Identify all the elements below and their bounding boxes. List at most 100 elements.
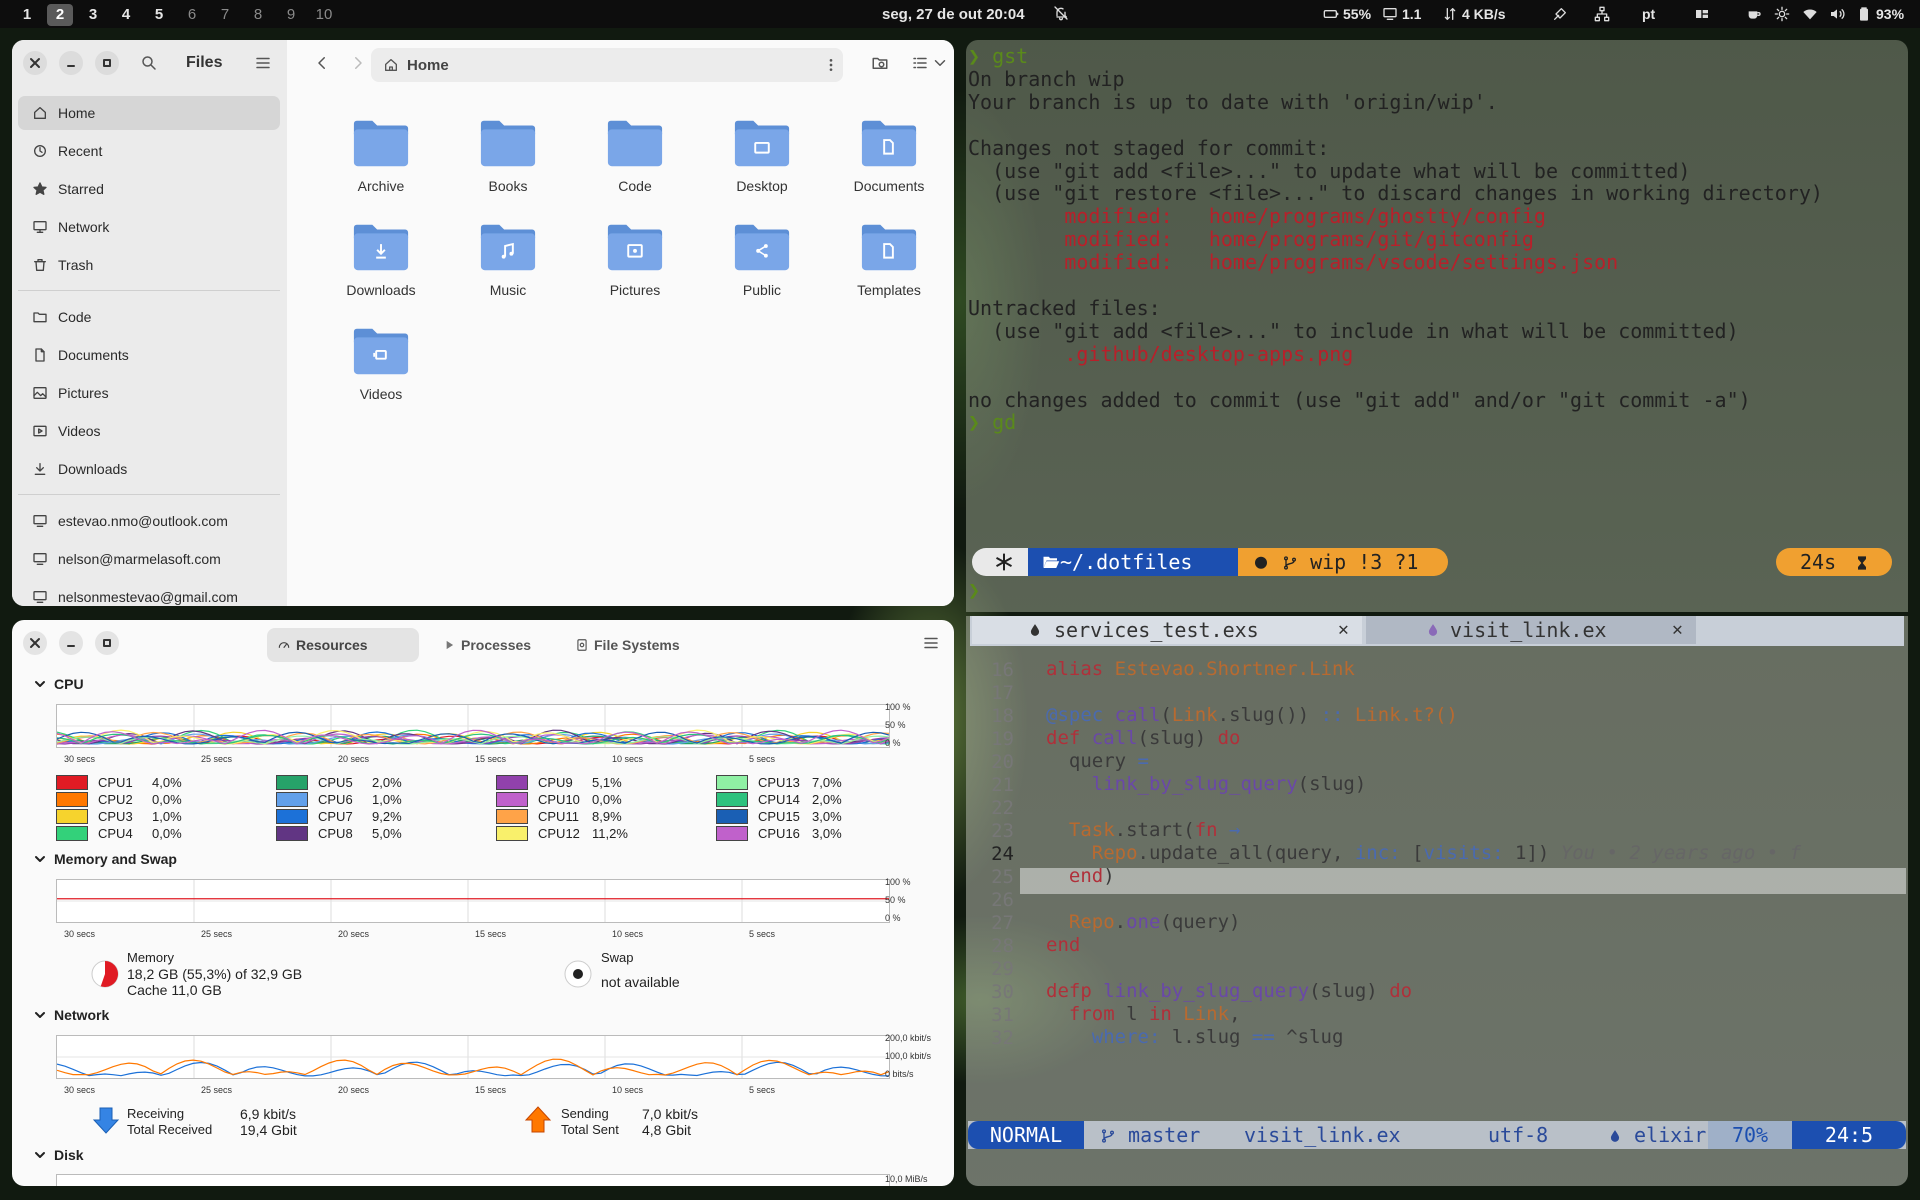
tab-visit-link[interactable]: visit_link.ex ✕ — [1366, 616, 1696, 644]
sidebar-item-nelsonmestevao-gmail-com[interactable]: nelsonmestevao@gmail.com — [18, 580, 280, 606]
cursorline-highlight — [1020, 868, 1906, 894]
workspace-button[interactable]: 4 — [113, 4, 139, 26]
sidebar-item-downloads[interactable]: Downloads — [18, 452, 280, 486]
code-token: ) — [1103, 865, 1115, 887]
close-button[interactable] — [23, 631, 47, 655]
color-picker-icon[interactable] — [1552, 6, 1568, 22]
new-folder-search-icon[interactable] — [871, 54, 889, 77]
forward-icon[interactable] — [349, 54, 367, 77]
tab-services-test[interactable]: services_test.exs ✕ — [972, 616, 1362, 644]
wifi-icon[interactable] — [1802, 6, 1818, 22]
keyboard-layout[interactable]: pt — [1642, 6, 1655, 22]
sidebar-item-code[interactable]: Code — [18, 300, 280, 334]
disk-section-toggle[interactable]: Disk — [34, 1147, 84, 1163]
sidebar-item-documents[interactable]: Documents — [18, 338, 280, 372]
workspace-button[interactable]: 1 — [14, 4, 40, 26]
sidebar-item-videos[interactable]: Videos — [18, 414, 280, 448]
cpu-section-toggle[interactable]: CPU — [34, 676, 84, 692]
kebab-menu-icon[interactable] — [823, 57, 839, 73]
workspace-button[interactable]: 7 — [212, 4, 238, 26]
cpu-color-swatch[interactable] — [716, 775, 748, 790]
cpu-color-swatch[interactable] — [276, 826, 308, 841]
workspace-button[interactable]: 10 — [311, 4, 337, 26]
sidebar-item-home[interactable]: Home — [18, 96, 280, 130]
tab-resources[interactable]: Resources — [267, 628, 419, 662]
cpu-color-swatch[interactable] — [276, 809, 308, 824]
notifications-off-icon[interactable] — [1053, 5, 1069, 25]
memory-section-toggle[interactable]: Memory and Swap — [34, 851, 177, 867]
close-tab-icon[interactable]: ✕ — [1338, 616, 1349, 644]
sidebar-item-estevao-nmo-outlook-com[interactable]: estevao.nmo@outlook.com — [18, 504, 280, 538]
folder-archive[interactable]: Archive — [321, 112, 441, 212]
folder-music[interactable]: Music — [448, 216, 568, 316]
network-section-toggle[interactable]: Network — [34, 1007, 109, 1023]
cpu-color-swatch[interactable] — [276, 792, 308, 807]
network-tree-icon[interactable] — [1594, 6, 1610, 22]
search-icon[interactable] — [140, 54, 158, 77]
volume-icon[interactable] — [1829, 6, 1845, 22]
maximize-button[interactable] — [95, 51, 119, 75]
list-view-icon[interactable] — [911, 54, 929, 77]
cpu-color-swatch[interactable] — [716, 826, 748, 841]
encoding-status: utf-8 — [1488, 1123, 1549, 1147]
neovim-editor[interactable]: services_test.exs ✕ visit_link.ex ✕ 16 17… — [966, 616, 1908, 1186]
chevron-down-icon[interactable] — [931, 54, 949, 77]
sidebar-item-recent[interactable]: Recent — [18, 134, 280, 168]
close-button[interactable] — [23, 51, 47, 75]
sidebar-item-network[interactable]: Network — [18, 210, 280, 244]
cpu-color-swatch[interactable] — [716, 792, 748, 807]
sidebar-item-label: Documents — [58, 347, 129, 363]
maximize-button[interactable] — [95, 631, 119, 655]
folder-downloads[interactable]: Downloads — [321, 216, 441, 316]
window-tiling-icon[interactable] — [1694, 6, 1710, 22]
net-speed-indicator[interactable]: 4 KB/s — [1442, 6, 1506, 22]
close-tab-icon[interactable]: ✕ — [1672, 616, 1683, 644]
folder-pictures[interactable]: Pictures — [575, 216, 695, 316]
cpu-color-swatch[interactable] — [56, 809, 88, 824]
sidebar-item-trash[interactable]: Trash — [18, 248, 280, 282]
cpu-color-swatch[interactable] — [716, 809, 748, 824]
coffee-icon[interactable] — [1746, 6, 1762, 22]
battery-saver-indicator[interactable]: 55% — [1323, 6, 1371, 22]
sidebar-item-nelson-marmelasoft-com[interactable]: nelson@marmelasoft.com — [18, 542, 280, 576]
folder-desktop[interactable]: Desktop — [702, 112, 822, 212]
cpu-color-swatch[interactable] — [496, 809, 528, 824]
minimize-button[interactable] — [59, 631, 83, 655]
back-icon[interactable] — [313, 54, 331, 77]
folder-documents[interactable]: Documents — [829, 112, 949, 212]
folder-icon — [33, 312, 47, 323]
hamburger-menu-icon[interactable] — [254, 54, 272, 77]
cpu-color-swatch[interactable] — [276, 775, 308, 790]
folder-books[interactable]: Books — [448, 112, 568, 212]
cpu-color-swatch[interactable] — [496, 826, 528, 841]
path-bar[interactable]: Home — [371, 48, 843, 82]
workspace-button[interactable]: 3 — [80, 4, 106, 26]
terminal-window[interactable]: ❯ gst On branch wip Your branch is up to d… — [966, 40, 1908, 612]
folder-public[interactable]: Public — [702, 216, 822, 316]
sidebar-divider — [18, 494, 280, 495]
battery-indicator[interactable]: 93% — [1856, 6, 1904, 22]
cpu-color-swatch[interactable] — [496, 792, 528, 807]
sidebar-item-pictures[interactable]: Pictures — [18, 376, 280, 410]
code-token: (slug) — [1137, 727, 1218, 749]
tab-processes[interactable]: Processes — [432, 628, 541, 662]
workspace-button[interactable]: 8 — [245, 4, 271, 26]
cpu-color-swatch[interactable] — [496, 775, 528, 790]
workspace-button[interactable]: 5 — [146, 4, 172, 26]
workspace-button[interactable]: 6 — [179, 4, 205, 26]
cpu-color-swatch[interactable] — [56, 792, 88, 807]
brightness-icon[interactable] — [1774, 6, 1790, 22]
minimize-button[interactable] — [59, 51, 83, 75]
sidebar-item-starred[interactable]: Starred — [18, 172, 280, 206]
load-indicator[interactable]: 1.1 — [1382, 6, 1421, 22]
hamburger-menu-icon[interactable] — [922, 634, 940, 657]
folder-code[interactable]: Code — [575, 112, 695, 212]
folder-templates[interactable]: Templates — [829, 216, 949, 316]
clock[interactable]: seg, 27 de out 20:04 — [882, 6, 1025, 23]
tab-file-systems[interactable]: File Systems — [565, 628, 690, 662]
cpu-color-swatch[interactable] — [56, 775, 88, 790]
cpu-color-swatch[interactable] — [56, 826, 88, 841]
folder-videos[interactable]: Videos — [321, 320, 441, 420]
workspace-button[interactable]: 2 — [47, 4, 73, 26]
workspace-button[interactable]: 9 — [278, 4, 304, 26]
